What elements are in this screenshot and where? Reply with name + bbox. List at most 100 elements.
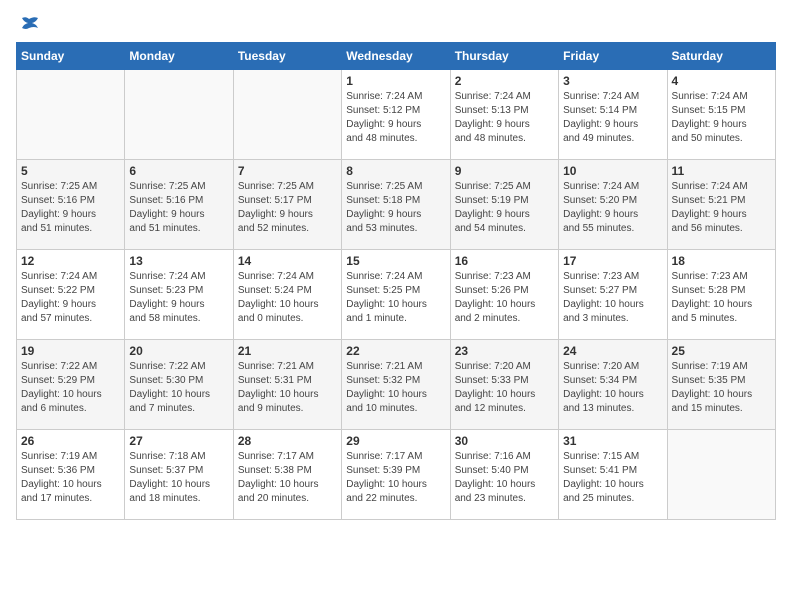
calendar-day-cell: 4Sunrise: 7:24 AM Sunset: 5:15 PM Daylig… bbox=[667, 70, 775, 160]
day-content: Sunrise: 7:15 AM Sunset: 5:41 PM Dayligh… bbox=[563, 450, 662, 506]
calendar-day-cell: 26 Sunrise: 7:19 AM Sunset: 5:36 PM Dayli… bbox=[17, 430, 125, 520]
day-number: 6 bbox=[129, 164, 228, 178]
day-content: Sunrise: 7:19 AM Sunset: 5:35 PM Dayligh… bbox=[672, 360, 771, 416]
day-number: 29 bbox=[346, 434, 445, 448]
day-content: Sunrise: 7:16 AM Sunset: 5:40 PM Dayligh… bbox=[455, 450, 554, 506]
column-header-saturday: Saturday bbox=[667, 43, 775, 70]
day-number: 8 bbox=[346, 164, 445, 178]
empty-cell bbox=[233, 70, 341, 160]
day-content: Sunrise: 7:19 AM Sunset: 5:36 PM Dayligh… bbox=[21, 450, 120, 506]
day-content: Sunrise: 7:20 AM Sunset: 5:34 PM Dayligh… bbox=[563, 360, 662, 416]
calendar-day-cell: 28 Sunrise: 7:17 AM Sunset: 5:38 PM Dayli… bbox=[233, 430, 341, 520]
day-number: 26 bbox=[21, 434, 120, 448]
day-content: Sunrise: 7:24 AM Sunset: 5:22 PM Dayligh… bbox=[21, 270, 120, 326]
column-header-sunday: Sunday bbox=[17, 43, 125, 70]
day-number: 21 bbox=[238, 344, 337, 358]
calendar-day-cell: 25 Sunrise: 7:19 AM Sunset: 5:35 PM Dayli… bbox=[667, 340, 775, 430]
column-header-wednesday: Wednesday bbox=[342, 43, 450, 70]
day-number: 19 bbox=[21, 344, 120, 358]
day-number: 2 bbox=[455, 74, 554, 88]
day-content: Sunrise: 7:25 AM Sunset: 5:19 PM Dayligh… bbox=[455, 180, 554, 236]
empty-cell bbox=[125, 70, 233, 160]
page-header bbox=[16, 16, 776, 30]
calendar-day-cell: 10 Sunrise: 7:24 AM Sunset: 5:20 PM Dayli… bbox=[559, 160, 667, 250]
calendar-day-cell: 31 Sunrise: 7:15 AM Sunset: 5:41 PM Dayli… bbox=[559, 430, 667, 520]
day-number: 7 bbox=[238, 164, 337, 178]
calendar-week-row: 12 Sunrise: 7:24 AM Sunset: 5:22 PM Dayli… bbox=[17, 250, 776, 340]
day-content: Sunrise: 7:20 AM Sunset: 5:33 PM Dayligh… bbox=[455, 360, 554, 416]
calendar-day-cell: 21Sunrise: 7:21 AM Sunset: 5:31 PM Dayli… bbox=[233, 340, 341, 430]
day-number: 27 bbox=[129, 434, 228, 448]
day-number: 16 bbox=[455, 254, 554, 268]
day-number: 28 bbox=[238, 434, 337, 448]
day-content: Sunrise: 7:24 AM Sunset: 5:12 PM Dayligh… bbox=[346, 90, 445, 146]
day-content: Sunrise: 7:24 AM Sunset: 5:24 PM Dayligh… bbox=[238, 270, 337, 326]
day-number: 17 bbox=[563, 254, 662, 268]
empty-cell bbox=[17, 70, 125, 160]
calendar-day-cell: 23Sunrise: 7:20 AM Sunset: 5:33 PM Dayli… bbox=[450, 340, 558, 430]
calendar-day-cell: 9 Sunrise: 7:25 AM Sunset: 5:19 PM Daylig… bbox=[450, 160, 558, 250]
day-number: 10 bbox=[563, 164, 662, 178]
day-content: Sunrise: 7:24 AM Sunset: 5:14 PM Dayligh… bbox=[563, 90, 662, 146]
calendar-day-cell: 13Sunrise: 7:24 AM Sunset: 5:23 PM Dayli… bbox=[125, 250, 233, 340]
day-number: 4 bbox=[672, 74, 771, 88]
day-number: 30 bbox=[455, 434, 554, 448]
day-content: Sunrise: 7:24 AM Sunset: 5:20 PM Dayligh… bbox=[563, 180, 662, 236]
day-content: Sunrise: 7:22 AM Sunset: 5:30 PM Dayligh… bbox=[129, 360, 228, 416]
day-content: Sunrise: 7:25 AM Sunset: 5:18 PM Dayligh… bbox=[346, 180, 445, 236]
calendar-day-cell: 27 Sunrise: 7:18 AM Sunset: 5:37 PM Dayli… bbox=[125, 430, 233, 520]
calendar-day-cell: 11 Sunrise: 7:24 AM Sunset: 5:21 PM Dayli… bbox=[667, 160, 775, 250]
day-number: 20 bbox=[129, 344, 228, 358]
day-number: 31 bbox=[563, 434, 662, 448]
column-header-monday: Monday bbox=[125, 43, 233, 70]
day-number: 3 bbox=[563, 74, 662, 88]
calendar-day-cell: 20 Sunrise: 7:22 AM Sunset: 5:30 PM Dayli… bbox=[125, 340, 233, 430]
logo-bird-icon bbox=[18, 16, 40, 34]
calendar-day-cell: 15Sunrise: 7:24 AM Sunset: 5:25 PM Dayli… bbox=[342, 250, 450, 340]
calendar-day-cell: 12 Sunrise: 7:24 AM Sunset: 5:22 PM Dayli… bbox=[17, 250, 125, 340]
calendar-day-cell: 24 Sunrise: 7:20 AM Sunset: 5:34 PM Dayli… bbox=[559, 340, 667, 430]
calendar-table: SundayMondayTuesdayWednesdayThursdayFrid… bbox=[16, 42, 776, 520]
day-content: Sunrise: 7:23 AM Sunset: 5:26 PM Dayligh… bbox=[455, 270, 554, 326]
calendar-day-cell: 2Sunrise: 7:24 AM Sunset: 5:13 PM Daylig… bbox=[450, 70, 558, 160]
day-number: 14 bbox=[238, 254, 337, 268]
calendar-day-cell: 30 Sunrise: 7:16 AM Sunset: 5:40 PM Dayli… bbox=[450, 430, 558, 520]
day-content: Sunrise: 7:21 AM Sunset: 5:32 PM Dayligh… bbox=[346, 360, 445, 416]
calendar-day-cell: 6Sunrise: 7:25 AM Sunset: 5:16 PM Daylig… bbox=[125, 160, 233, 250]
day-content: Sunrise: 7:23 AM Sunset: 5:28 PM Dayligh… bbox=[672, 270, 771, 326]
calendar-day-cell: 16 Sunrise: 7:23 AM Sunset: 5:26 PM Dayli… bbox=[450, 250, 558, 340]
day-content: Sunrise: 7:24 AM Sunset: 5:21 PM Dayligh… bbox=[672, 180, 771, 236]
calendar-week-row: 26 Sunrise: 7:19 AM Sunset: 5:36 PM Dayli… bbox=[17, 430, 776, 520]
day-content: Sunrise: 7:24 AM Sunset: 5:23 PM Dayligh… bbox=[129, 270, 228, 326]
calendar-day-cell: 3 Sunrise: 7:24 AM Sunset: 5:14 PM Daylig… bbox=[559, 70, 667, 160]
day-content: Sunrise: 7:25 AM Sunset: 5:17 PM Dayligh… bbox=[238, 180, 337, 236]
column-header-tuesday: Tuesday bbox=[233, 43, 341, 70]
calendar-day-cell: 7 Sunrise: 7:25 AM Sunset: 5:17 PM Daylig… bbox=[233, 160, 341, 250]
day-number: 24 bbox=[563, 344, 662, 358]
day-content: Sunrise: 7:18 AM Sunset: 5:37 PM Dayligh… bbox=[129, 450, 228, 506]
column-header-friday: Friday bbox=[559, 43, 667, 70]
calendar-day-cell: 1Sunrise: 7:24 AM Sunset: 5:12 PM Daylig… bbox=[342, 70, 450, 160]
day-number: 18 bbox=[672, 254, 771, 268]
day-content: Sunrise: 7:24 AM Sunset: 5:25 PM Dayligh… bbox=[346, 270, 445, 326]
day-content: Sunrise: 7:17 AM Sunset: 5:39 PM Dayligh… bbox=[346, 450, 445, 506]
day-number: 9 bbox=[455, 164, 554, 178]
day-number: 22 bbox=[346, 344, 445, 358]
day-number: 12 bbox=[21, 254, 120, 268]
day-number: 25 bbox=[672, 344, 771, 358]
calendar-day-cell: 18 Sunrise: 7:23 AM Sunset: 5:28 PM Dayli… bbox=[667, 250, 775, 340]
calendar-week-row: 1Sunrise: 7:24 AM Sunset: 5:12 PM Daylig… bbox=[17, 70, 776, 160]
day-content: Sunrise: 7:17 AM Sunset: 5:38 PM Dayligh… bbox=[238, 450, 337, 506]
calendar-week-row: 19 Sunrise: 7:22 AM Sunset: 5:29 PM Dayli… bbox=[17, 340, 776, 430]
day-content: Sunrise: 7:23 AM Sunset: 5:27 PM Dayligh… bbox=[563, 270, 662, 326]
calendar-day-cell: 22 Sunrise: 7:21 AM Sunset: 5:32 PM Dayli… bbox=[342, 340, 450, 430]
column-header-thursday: Thursday bbox=[450, 43, 558, 70]
empty-cell bbox=[667, 430, 775, 520]
day-number: 11 bbox=[672, 164, 771, 178]
calendar-header-row: SundayMondayTuesdayWednesdayThursdayFrid… bbox=[17, 43, 776, 70]
logo bbox=[16, 16, 42, 30]
calendar-week-row: 5Sunrise: 7:25 AM Sunset: 5:16 PM Daylig… bbox=[17, 160, 776, 250]
calendar-day-cell: 29 Sunrise: 7:17 AM Sunset: 5:39 PM Dayli… bbox=[342, 430, 450, 520]
calendar-day-cell: 14 Sunrise: 7:24 AM Sunset: 5:24 PM Dayli… bbox=[233, 250, 341, 340]
day-content: Sunrise: 7:22 AM Sunset: 5:29 PM Dayligh… bbox=[21, 360, 120, 416]
